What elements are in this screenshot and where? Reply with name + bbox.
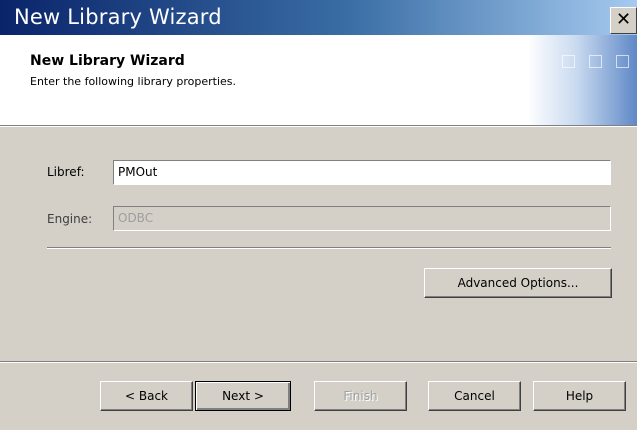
window-title: New Library Wizard bbox=[14, 5, 222, 29]
new-library-wizard-dialog: New Library Wizard ✕ New Library Wizard … bbox=[0, 0, 637, 430]
finish-button: Finish bbox=[314, 381, 407, 411]
cancel-button[interactable]: Cancel bbox=[428, 381, 521, 411]
engine-label: Engine: bbox=[47, 212, 93, 226]
decorative-square-icon bbox=[562, 55, 575, 68]
decorative-square-icon bbox=[616, 55, 629, 68]
form-separator-highlight bbox=[47, 248, 611, 249]
libref-input[interactable]: PMOut bbox=[113, 160, 611, 185]
close-button[interactable]: ✕ bbox=[610, 7, 637, 34]
engine-input: ODBC bbox=[113, 206, 611, 231]
close-icon: ✕ bbox=[615, 9, 632, 30]
libref-label: Libref: bbox=[47, 165, 85, 179]
wizard-header: New Library Wizard Enter the following l… bbox=[0, 35, 637, 125]
header-title: New Library Wizard bbox=[30, 53, 185, 69]
back-button[interactable]: < Back bbox=[100, 381, 193, 411]
header-subtitle: Enter the following library properties. bbox=[30, 75, 237, 88]
footer-divider-highlight bbox=[0, 362, 637, 363]
advanced-options-button[interactable]: Advanced Options... bbox=[424, 268, 612, 298]
header-divider-highlight bbox=[0, 126, 637, 127]
header-banner-graphic bbox=[527, 35, 637, 125]
title-bar[interactable]: New Library Wizard ✕ bbox=[0, 0, 637, 35]
next-button[interactable]: Next > bbox=[195, 381, 291, 411]
decorative-square-icon bbox=[589, 55, 602, 68]
help-button[interactable]: Help bbox=[533, 381, 626, 411]
